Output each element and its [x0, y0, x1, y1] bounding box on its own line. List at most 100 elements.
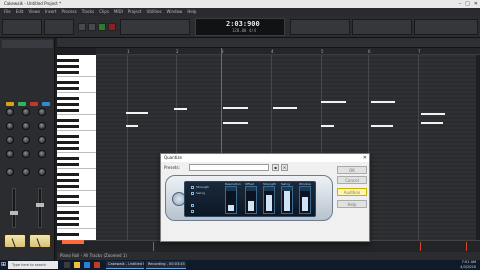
preset-label: Presets:: [164, 165, 180, 170]
option-checkbox[interactable]: [191, 204, 194, 207]
column-label: Window: [299, 182, 311, 186]
ruler-mark: 4: [271, 49, 274, 54]
eq-knob[interactable]: [6, 122, 14, 130]
status-bar: Piano Roll - All Tracks (Zoomed 1): [57, 252, 480, 260]
resolution-column[interactable]: [225, 186, 237, 214]
stop-button[interactable]: [88, 23, 96, 31]
offset-column[interactable]: [245, 186, 257, 214]
menu-views[interactable]: Views: [28, 8, 40, 16]
swing-column[interactable]: [281, 186, 293, 214]
dialog-title-bar[interactable]: Quantize ✕: [161, 154, 369, 162]
strength-column[interactable]: [263, 186, 275, 214]
midi-note[interactable]: [223, 107, 248, 109]
cancel-button[interactable]: Cancel: [337, 176, 367, 184]
close-icon[interactable]: ✕: [363, 154, 367, 162]
menu-help[interactable]: Help: [187, 8, 196, 16]
midi-note[interactable]: [371, 101, 395, 103]
volume-fader[interactable]: [10, 188, 18, 228]
menu-insert[interactable]: Insert: [45, 8, 56, 16]
midi-note[interactable]: [321, 101, 346, 103]
midi-note[interactable]: [321, 125, 334, 127]
control-module-tools[interactable]: [44, 19, 74, 35]
tempo-display[interactable]: 120.00 4/4: [232, 28, 256, 33]
eq-knob[interactable]: [22, 108, 30, 116]
close-icon[interactable]: ✕: [474, 0, 478, 8]
eq-knob[interactable]: [22, 150, 30, 158]
snap-module[interactable]: [120, 19, 190, 35]
menu-file[interactable]: File: [4, 8, 11, 16]
send-knob[interactable]: [38, 168, 46, 176]
taskbar-app-cakewalk[interactable]: Cakewalk - Untitled P...: [106, 261, 144, 269]
inspector-header[interactable]: [2, 40, 53, 48]
eq-knob[interactable]: [6, 150, 14, 158]
midi-note[interactable]: [174, 108, 187, 110]
eq-knob[interactable]: [22, 122, 30, 130]
midi-note[interactable]: [421, 122, 443, 124]
track-inspector: [0, 38, 55, 260]
task-view-icon[interactable]: [64, 262, 70, 268]
taskbar-clock[interactable]: 7:01 AM 4/3/2020: [460, 260, 476, 270]
midi-note[interactable]: [421, 113, 445, 115]
volume-fader[interactable]: [36, 188, 44, 228]
band-led[interactable]: [42, 102, 50, 106]
pan-knob[interactable]: [22, 168, 30, 176]
ok-button[interactable]: OK: [337, 166, 367, 174]
taskbar-search[interactable]: Type here to search: [8, 261, 58, 269]
band-led[interactable]: [6, 102, 14, 106]
option-checkbox[interactable]: [191, 192, 194, 195]
clip-marker[interactable]: [62, 240, 84, 244]
menu-midi[interactable]: MIDI: [114, 8, 123, 16]
eq-knob[interactable]: [6, 136, 14, 144]
ruler-mark: 6: [368, 49, 371, 54]
menu-project[interactable]: Project: [128, 8, 142, 16]
rewind-button[interactable]: [78, 23, 86, 31]
midi-note[interactable]: [273, 107, 297, 109]
preset-dropdown[interactable]: [189, 164, 269, 171]
save-preset-icon[interactable]: ▪: [272, 164, 279, 171]
piano-keyboard[interactable]: [57, 55, 96, 240]
eq-knob[interactable]: [38, 122, 46, 130]
mix-module[interactable]: [290, 19, 350, 35]
midi-note[interactable]: [223, 122, 248, 124]
time-ruler[interactable]: 1 2 3 4 5 6 7: [96, 48, 480, 55]
markers-module[interactable]: [352, 19, 412, 35]
menu-window[interactable]: Window: [167, 8, 183, 16]
eq-knob[interactable]: [38, 150, 46, 158]
window-column[interactable]: [299, 186, 311, 214]
gain-knob[interactable]: [6, 168, 14, 176]
browser-icon[interactable]: [84, 262, 90, 268]
midi-note[interactable]: [371, 125, 393, 127]
help-button[interactable]: Help: [337, 200, 367, 208]
eq-knob[interactable]: [38, 108, 46, 116]
windows-start-icon[interactable]: ⊞: [1, 262, 7, 268]
option-checkbox[interactable]: [191, 210, 194, 213]
menu-clips[interactable]: Clips: [99, 8, 109, 16]
performance-module[interactable]: [414, 19, 478, 35]
eq-knob[interactable]: [22, 136, 30, 144]
app-window: Cakewalk - Untitled Project * – □ ✕ File…: [0, 0, 480, 270]
file-explorer-icon[interactable]: [74, 262, 80, 268]
column-label: Swing: [281, 182, 290, 186]
app-icon[interactable]: [94, 262, 100, 268]
taskbar-app-recording[interactable]: Recording - 00:03:45: [146, 261, 186, 269]
menu-tracks[interactable]: Tracks: [82, 8, 95, 16]
piano-roll-toolbar[interactable]: [57, 38, 480, 48]
delete-preset-icon[interactable]: ✕: [281, 164, 288, 171]
audition-button[interactable]: Audition: [337, 188, 367, 196]
maximize-icon[interactable]: □: [465, 0, 470, 8]
menu-edit[interactable]: Edit: [16, 8, 24, 16]
eq-knob[interactable]: [6, 108, 14, 116]
band-led[interactable]: [18, 102, 26, 106]
taskbar: ⊞ Type here to search Cakewalk - Untitle…: [0, 260, 480, 270]
menu-process[interactable]: Process: [62, 8, 77, 16]
eq-knob[interactable]: [38, 136, 46, 144]
midi-note[interactable]: [126, 125, 138, 127]
play-button[interactable]: [98, 23, 106, 31]
minimize-icon[interactable]: –: [459, 0, 462, 8]
record-button[interactable]: [108, 23, 116, 31]
band-led[interactable]: [30, 102, 38, 106]
option-checkbox[interactable]: [191, 186, 194, 189]
midi-note[interactable]: [126, 112, 148, 114]
menu-utilities[interactable]: Utilities: [146, 8, 161, 16]
control-module-left[interactable]: [2, 19, 42, 35]
